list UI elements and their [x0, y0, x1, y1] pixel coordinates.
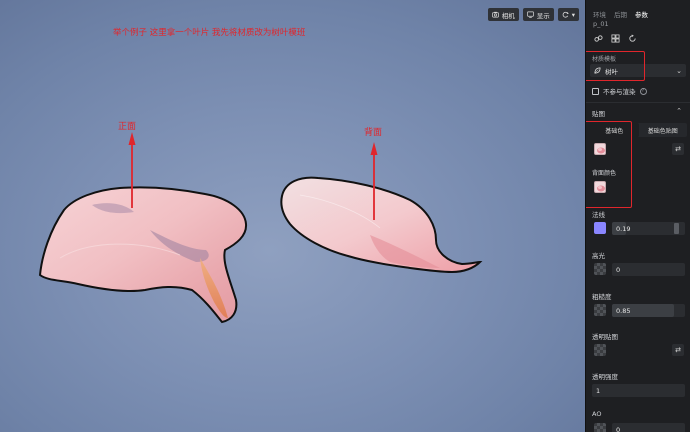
divider — [586, 102, 690, 103]
ao-input[interactable]: 0 — [612, 423, 685, 432]
subtab-base-color-map[interactable]: 基础色贴图 — [639, 123, 688, 137]
specular-input[interactable]: 0 — [612, 263, 685, 276]
material-template-label: 材质模板 — [592, 56, 617, 63]
ao-label: AO — [592, 410, 602, 418]
texture-section-title: 贴图 — [592, 110, 605, 118]
front-petal[interactable] — [38, 186, 248, 324]
material-template-select[interactable]: 树叶 ⌄ — [590, 64, 686, 77]
display-label: 显示 — [536, 11, 550, 20]
texture-subtabs: 基础色 基础色贴图 — [590, 123, 687, 137]
annotation-front: 正面 — [118, 122, 137, 132]
chevron-up-icon[interactable]: ⌃ — [676, 107, 682, 115]
normal-value: 0.19 — [616, 224, 631, 233]
normal-label: 法线 — [592, 211, 605, 219]
reset-icon[interactable] — [628, 33, 637, 43]
leaf-icon — [594, 67, 601, 74]
3d-viewport[interactable]: 举个例子 这里拿一个叶片 我先将材质改为树叶模班 正面 背面 相机 显示 ▾ — [0, 0, 585, 432]
subtab-base-color[interactable]: 基础色 — [590, 123, 639, 137]
tab-post[interactable]: 后期 — [614, 9, 627, 19]
back-color-label: 背面颜色 — [592, 170, 617, 177]
display-button[interactable]: 显示 — [522, 8, 554, 21]
annotation-top: 举个例子 这里拿一个叶片 我先将材质改为树叶模班 — [113, 28, 306, 38]
material-template: 材质模板 树叶 ⌄ — [586, 52, 690, 82]
swap-button[interactable]: ⇄ — [672, 143, 684, 155]
normal-map-swatch[interactable] — [594, 222, 606, 234]
opacity-map-slot[interactable] — [594, 344, 606, 356]
object-name: p_01 — [593, 20, 609, 28]
chevron-down-icon: ▾ — [571, 10, 575, 19]
refresh-dropdown-button[interactable]: ▾ — [557, 8, 579, 21]
petal-thumbnail-icon — [597, 147, 605, 154]
camera-button[interactable]: 相机 — [487, 8, 519, 21]
swap-button[interactable]: ⇄ — [672, 344, 684, 356]
ao-map-slot[interactable] — [594, 423, 606, 432]
normal-strength-slider[interactable]: 0.19 — [612, 222, 685, 235]
viewport-toolbar: 相机 显示 ▾ — [487, 8, 579, 21]
specular-value: 0 — [616, 265, 621, 274]
specular-label: 高光 — [592, 252, 605, 260]
opacity-strength-label: 透明强度 — [592, 373, 618, 381]
help-icon[interactable]: ? — [639, 87, 647, 95]
petal-thumbnail-icon — [597, 185, 605, 192]
roughness-slider[interactable]: 0.85 — [612, 304, 685, 317]
grid-icon[interactable] — [611, 33, 620, 43]
back-color-texture-thumb[interactable] — [594, 181, 606, 193]
chevron-down-icon: ⌄ — [676, 66, 682, 75]
properties-panel: 环境 后期 参数 p_01 材质模板 树叶 ⌄ 不参与渲染 ? 贴图 ⌃ 基础色… — [585, 0, 690, 432]
roughness-map-slot[interactable] — [594, 304, 606, 316]
camera-icon — [491, 11, 499, 18]
roughness-value: 0.85 — [616, 306, 631, 315]
link-icon[interactable] — [594, 34, 603, 43]
exclude-render-checkbox[interactable] — [592, 87, 599, 95]
panel-tabs: 环境 后期 参数 — [586, 0, 690, 19]
exclude-render-label: 不参与渲染 — [603, 88, 636, 96]
base-color-texture-thumb[interactable] — [594, 143, 606, 155]
scene-canvas[interactable] — [0, 0, 585, 432]
display-icon — [526, 11, 534, 18]
refresh-icon — [562, 11, 569, 18]
annotation-back: 背面 — [364, 128, 383, 138]
opacity-map-label: 透明贴图 — [592, 333, 618, 341]
tab-environment[interactable]: 环境 — [593, 9, 606, 19]
tab-parameters[interactable]: 参数 — [635, 9, 648, 19]
exclude-render-row: 不参与渲染 ? — [592, 86, 647, 96]
specular-map-slot[interactable] — [594, 263, 606, 275]
material-template-value: 树叶 — [605, 67, 618, 76]
opacity-strength-input[interactable]: 1 — [592, 384, 685, 397]
slider-knob[interactable] — [674, 223, 679, 234]
opacity-strength-value: 1 — [596, 386, 601, 395]
back-petal[interactable] — [280, 176, 483, 274]
camera-label: 相机 — [501, 11, 515, 20]
roughness-label: 粗糙度 — [592, 293, 612, 301]
object-actions — [586, 30, 690, 46]
ao-value: 0 — [616, 425, 621, 432]
